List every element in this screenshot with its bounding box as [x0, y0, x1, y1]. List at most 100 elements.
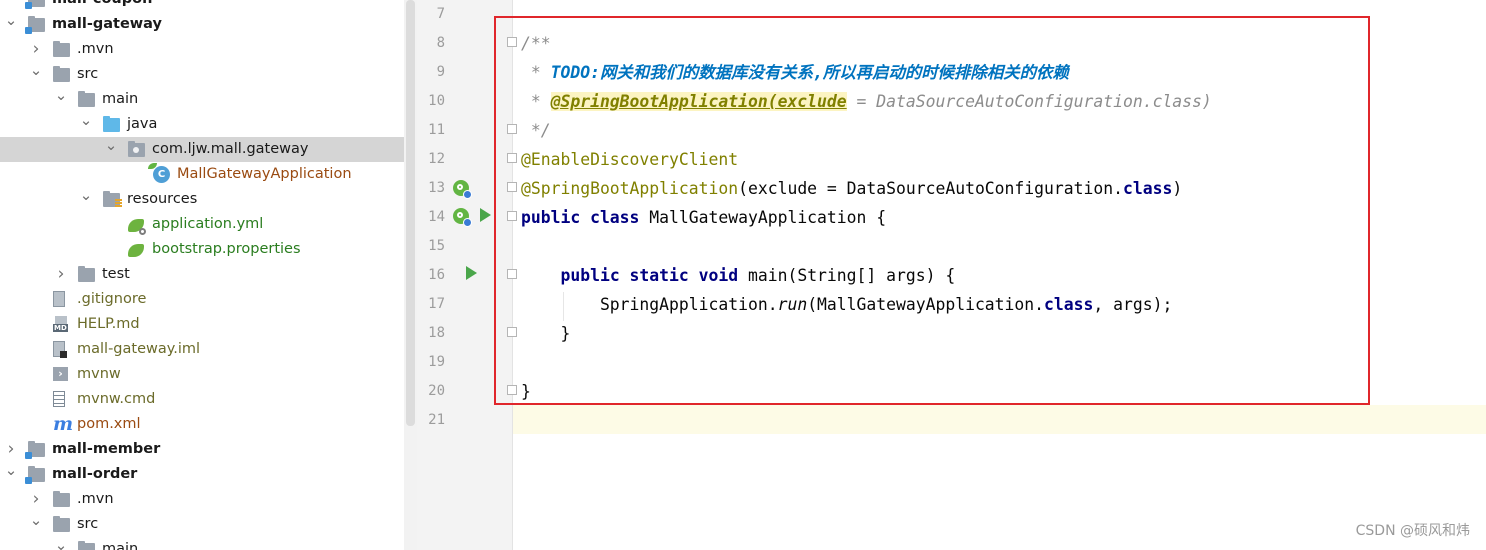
tree-item-label: main [102, 541, 139, 550]
project-tree: mall-coupon ⌄ mall-gateway › .mvn ⌄ src ⌄ main ⌄ j… [0, 0, 404, 550]
chevron-down-icon[interactable]: ⌄ [29, 62, 43, 78]
tree-item[interactable]: › mall-member [0, 437, 404, 462]
tree-item-label: mall-order [52, 466, 138, 482]
tree-item-label: src [77, 516, 99, 532]
line-number: 7 [436, 6, 445, 22]
terminal-icon: › [53, 367, 68, 381]
current-line-highlight [513, 405, 1486, 434]
chevron-down-icon[interactable]: ⌄ [79, 112, 93, 128]
folder-icon [53, 41, 70, 57]
chevron-down-icon[interactable]: ⌄ [29, 512, 43, 528]
line-number: 14 [428, 209, 445, 225]
folder-icon [53, 491, 70, 507]
tree-item-label: java [127, 116, 158, 132]
spring-bean-icon[interactable] [453, 180, 472, 199]
line-number: 8 [436, 35, 445, 51]
line-number: 11 [428, 122, 445, 138]
tree-item[interactable]: MD HELP.md [0, 312, 404, 337]
run-icon[interactable] [466, 266, 477, 280]
tree-item[interactable]: ⌄ java [0, 112, 404, 137]
tree-item-label: bootstrap.properties [152, 241, 301, 257]
tree-item[interactable]: application.yml [0, 212, 404, 237]
maven-icon: m [53, 413, 74, 435]
folder-icon [78, 541, 95, 550]
line-number: 17 [428, 296, 445, 312]
spring-config-icon [128, 219, 146, 235]
tree-item-label: mall-member [52, 441, 161, 457]
spring-class-icon: C [148, 163, 170, 183]
tree-item[interactable]: › test [0, 262, 404, 287]
line-number: 21 [428, 412, 445, 428]
chevron-right-icon[interactable]: › [29, 491, 43, 508]
folder-icon [78, 266, 95, 282]
source-folder-icon [103, 116, 120, 132]
tree-item[interactable]: mall-coupon [0, 0, 404, 12]
tree-item[interactable]: m pom.xml [0, 412, 404, 437]
tree-item[interactable]: C MallGatewayApplication [0, 162, 404, 187]
tree-item-label: resources [127, 191, 198, 207]
folder-icon [53, 66, 70, 82]
chevron-down-icon[interactable]: ⌄ [79, 187, 93, 203]
line-number: 15 [428, 238, 445, 254]
chevron-right-icon[interactable]: › [29, 41, 43, 58]
tree-item[interactable]: mvnw.cmd [0, 387, 404, 412]
chevron-down-icon[interactable]: ⌄ [4, 462, 18, 478]
tree-item[interactable]: .gitignore [0, 287, 404, 312]
line-number: 16 [428, 267, 445, 283]
tree-item[interactable]: ⌄ src [0, 512, 404, 537]
tree-item-label: com.ljw.mall.gateway [152, 141, 309, 157]
tree-item[interactable]: ⌄ resources [0, 187, 404, 212]
spring-bean-icon[interactable] [453, 208, 472, 227]
line-number: 13 [428, 180, 445, 196]
package-icon [128, 141, 145, 157]
line-number: 10 [428, 93, 445, 109]
tree-item-label: main [102, 91, 139, 107]
tree-item[interactable]: › .mvn [0, 487, 404, 512]
tree-item-label: MallGatewayApplication [177, 166, 352, 182]
tree-item[interactable]: ⌄ main [0, 537, 404, 550]
red-highlight-box [494, 16, 1370, 405]
tree-item-label: mvnw [77, 366, 121, 382]
tree-item-label: HELP.md [77, 316, 140, 332]
chevron-right-icon[interactable]: › [54, 266, 68, 283]
line-number: 19 [428, 354, 445, 370]
line-number: 12 [428, 151, 445, 167]
tree-item[interactable]: ⌄ mall-gateway [0, 12, 404, 37]
module-folder-icon [25, 441, 45, 459]
chevron-right-icon[interactable]: › [4, 441, 18, 458]
line-number: 18 [428, 325, 445, 341]
line-number: 20 [428, 383, 445, 399]
tree-item-label: application.yml [152, 216, 264, 232]
tree-item[interactable]: ⌄ main [0, 87, 404, 112]
tree-item[interactable]: › .mvn [0, 37, 404, 62]
markdown-icon: MD [53, 316, 71, 332]
chevron-down-icon[interactable]: ⌄ [104, 137, 118, 153]
tree-item-label: mall-coupon [52, 0, 152, 12]
tree-item-label: mall-gateway [52, 16, 162, 32]
tree-item[interactable]: ⌄ com.ljw.mall.gateway [0, 137, 404, 162]
tree-item-label: pom.xml [77, 416, 141, 432]
tree-item-label: src [77, 66, 99, 82]
module-folder-icon [25, 16, 45, 34]
tree-item[interactable]: › mvnw [0, 362, 404, 387]
tree-scrollbar-thumb[interactable] [406, 0, 415, 426]
iml-file-icon [53, 341, 67, 358]
chevron-down-icon[interactable]: ⌄ [54, 537, 68, 550]
spring-leaf-icon [128, 244, 144, 257]
tree-item-label: .mvn [77, 491, 114, 507]
tree-item[interactable]: ⌄ src [0, 62, 404, 87]
resources-folder-icon [103, 191, 122, 208]
tree-item[interactable]: mall-gateway.iml [0, 337, 404, 362]
cmd-file-icon [53, 391, 65, 407]
tree-item-label: test [102, 266, 130, 282]
module-folder-icon [25, 466, 45, 484]
chevron-down-icon[interactable]: ⌄ [4, 12, 18, 28]
chevron-down-icon[interactable]: ⌄ [54, 87, 68, 103]
run-icon[interactable] [480, 208, 491, 222]
tree-item-label: mall-gateway.iml [77, 341, 201, 357]
tree-item[interactable]: ⌄ mall-order [0, 462, 404, 487]
tree-item-label: .mvn [77, 41, 114, 57]
folder-icon [53, 516, 70, 532]
tree-item-label: .gitignore [77, 291, 147, 307]
tree-item[interactable]: bootstrap.properties [0, 237, 404, 262]
